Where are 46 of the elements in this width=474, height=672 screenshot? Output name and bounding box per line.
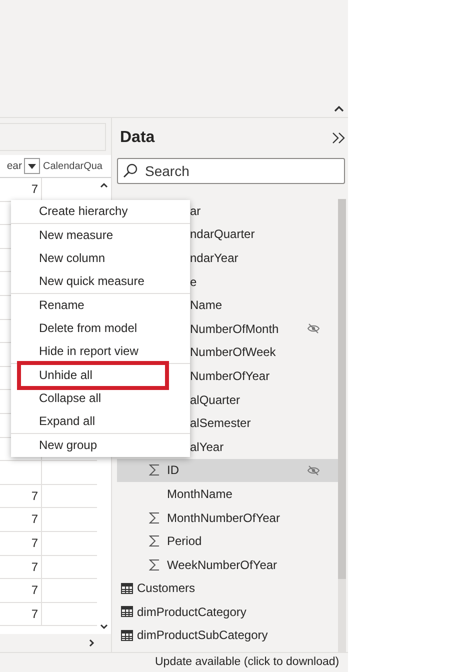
menu-item[interactable]: Unhide all <box>20 364 166 387</box>
menu-item[interactable]: New quick measure <box>11 270 190 293</box>
table-icon <box>120 606 132 618</box>
field-item[interactable]: Period <box>117 529 338 553</box>
table-icon <box>120 582 132 594</box>
field-item[interactable]: MonthName <box>117 482 338 506</box>
sigma-icon <box>148 464 160 476</box>
sigma-icon <box>148 535 160 548</box>
menu-item[interactable]: Collapse all <box>11 387 190 410</box>
menu-item[interactable]: New measure <box>11 224 190 247</box>
menu-item[interactable]: Delete from model <box>11 317 190 340</box>
table-cell: 7 <box>0 532 42 554</box>
collapse-pane-icon[interactable] <box>332 132 346 144</box>
field-item[interactable]: Customers <box>117 576 338 600</box>
scroll-down-icon[interactable] <box>100 624 108 630</box>
pane-title: Data <box>119 129 155 147</box>
table-cell: 7 <box>0 556 42 578</box>
hidden-eye-icon[interactable] <box>307 464 320 476</box>
sigma-icon <box>148 558 160 571</box>
menu-item[interactable]: New column <box>11 247 190 270</box>
table-cell: 7 <box>0 602 42 626</box>
menu-item[interactable]: New group <box>11 434 190 457</box>
scrollbar-thumb[interactable] <box>338 199 346 579</box>
table-cell: 7 <box>0 484 42 508</box>
collapse-caret-icon[interactable] <box>334 105 344 113</box>
scroll-up-icon[interactable] <box>100 182 108 188</box>
menu-item[interactable]: Create hierarchy <box>11 200 190 223</box>
hidden-eye-icon[interactable] <box>307 322 320 334</box>
field-item[interactable]: dimProductCategory <box>117 600 338 624</box>
table-icon <box>120 630 132 641</box>
search-field[interactable]: Search <box>117 158 345 184</box>
field-item[interactable]: dimProductSubCategory <box>117 624 338 648</box>
column-header[interactable]: CalendarQua <box>43 160 102 172</box>
caret-icon <box>28 164 36 168</box>
sigma-icon <box>148 512 160 524</box>
column-dropdown-button[interactable] <box>24 158 40 174</box>
scroll-right-icon[interactable] <box>89 639 95 647</box>
menu-item[interactable]: Rename <box>11 294 190 317</box>
field-item[interactable]: MonthNumberOfYear <box>117 506 338 530</box>
column-header[interactable]: ear <box>0 160 22 172</box>
field-item[interactable]: WeekNumberOfYear <box>117 552 338 576</box>
menu-item[interactable]: Hide in report view <box>11 340 190 363</box>
table-cell: 7 <box>0 579 42 602</box>
table-cell: 7 <box>0 508 42 531</box>
menu-item[interactable]: Expand all <box>11 410 190 433</box>
field-item[interactable]: ID <box>117 458 338 482</box>
